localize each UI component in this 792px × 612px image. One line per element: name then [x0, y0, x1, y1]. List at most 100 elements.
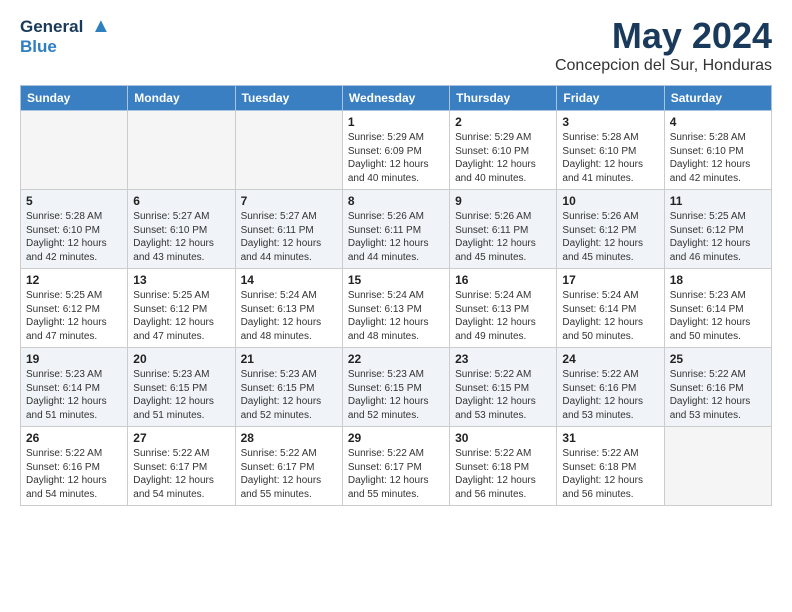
sunset-text: Sunset: 6:11 PM: [241, 225, 314, 236]
day-info: Sunrise: 5:27 AM Sunset: 6:11 PM Daylight:…: [241, 210, 337, 264]
sunset-text: Sunset: 6:13 PM: [455, 304, 529, 315]
day-header-monday: Monday: [128, 86, 235, 111]
calendar-cell-day: 5 Sunrise: 5:28 AMSunset: 6:10 PMDaylight…: [21, 190, 128, 269]
sunset-text: Sunset: 6:10 PM: [670, 146, 744, 157]
daylight-text: Daylight: 12 hours and 40 minutes.: [455, 159, 536, 184]
calendar-cell-day: 9Sunrise: 5:26 AMSunset: 6:11 PMDaylight…: [450, 190, 557, 269]
sunrise-text: Sunrise: 5:25 AM: [26, 290, 102, 301]
calendar-cell-day: 23Sunrise: 5:22 AMSunset: 6:15 PMDayligh…: [450, 348, 557, 427]
sunrise-text: Sunrise: 5:22 AM: [455, 448, 531, 459]
day-number: 9: [455, 194, 551, 208]
sunset-text: Sunset: 6:14 PM: [26, 383, 100, 394]
day-info: Sunrise: 5:24 AMSunset: 6:13 PMDaylight:…: [348, 289, 444, 343]
day-header-tuesday: Tuesday: [235, 86, 342, 111]
daylight-text: Daylight: 12 hours and 47 minutes.: [26, 317, 107, 342]
sunset-text: Sunset: 6:12 PM: [562, 225, 636, 236]
day-number: 29: [348, 431, 444, 445]
sunset-text: Sunset: 6:15 PM: [241, 383, 315, 394]
day-info: Sunrise: 5:24 AM Sunset: 6:13 PM Daylight:…: [455, 289, 551, 343]
day-number: 14: [241, 273, 337, 287]
day-info: Sunrise: 5:27 AMSunset: 6:10 PMDaylight:…: [133, 210, 229, 264]
day-info: Sunrise: 5:28 AMSunset: 6:10 PMDaylight:…: [562, 131, 658, 185]
calendar-cell-day: 11Sunrise: 5:25 AMSunset: 6:12 PMDayligh…: [664, 190, 771, 269]
sunrise-text: Sunrise: 5:25 AM: [670, 211, 746, 222]
calendar-week-row: 5Sunrise: 5:28 AMSunset: 6:10 PMDaylight…: [21, 190, 772, 269]
sunrise-text: Sunrise: 5:22 AM: [562, 448, 638, 459]
sunset-text: Sunset: 6:18 PM: [562, 462, 636, 473]
day-number: 23: [455, 352, 551, 366]
daylight-text: Daylight: 12 hours and 53 minutes.: [455, 396, 536, 421]
daylight-text: Daylight: 12 hours and 51 minutes.: [26, 396, 107, 421]
sunset-text: Sunset: 6:11 PM: [348, 225, 421, 236]
sunset-text: Sunset: 6:10 PM: [133, 225, 207, 236]
daylight-text: Daylight: 12 hours and 40 minutes.: [348, 159, 429, 184]
calendar-cell-day: 2Sunrise: 5:29 AMSunset: 6:10 PMDaylight…: [450, 111, 557, 190]
sunset-text: Sunset: 6:17 PM: [133, 462, 207, 473]
calendar-cell-day: 29 Sunrise: 5:22 AMSunset: 6:17 PMDayligh…: [342, 427, 449, 506]
calendar-cell-day: 16Sunrise: 5:24 AMSunset: 6:13 PMDayligh…: [450, 269, 557, 348]
sunrise-text: Sunrise: 5:27 AM: [241, 211, 317, 222]
sunrise-text: Sunrise: 5:23 AM: [133, 369, 209, 380]
sunrise-text: Sunrise: 5:24 AM: [455, 290, 531, 301]
day-header-sunday: Sunday: [21, 86, 128, 111]
calendar-cell-day: 31Sunrise: 5:22 AMSunset: 6:18 PMDayligh…: [557, 427, 664, 506]
daylight-text: Daylight: 12 hours and 55 minutes.: [241, 475, 322, 500]
day-info: Sunrise: 5:22 AMSunset: 6:17 PMDaylight:…: [133, 447, 229, 501]
sunrise-text: Sunrise: 5:29 AM: [455, 132, 531, 143]
day-info: Sunrise: 5:26 AMSunset: 6:11 PMDaylight:…: [348, 210, 444, 264]
daylight-text: Daylight: 12 hours and 44 minutes.: [241, 238, 322, 263]
sunrise-text: Sunrise: 5:28 AM: [26, 211, 102, 222]
location: Concepcion del Sur, Honduras: [555, 57, 772, 75]
sunrise-text: Sunrise: 5:22 AM: [26, 448, 102, 459]
sunrise-text: Sunrise: 5:22 AM: [348, 448, 424, 459]
day-number: 10: [562, 194, 658, 208]
logo-general: General: [20, 17, 83, 36]
sunset-text: Sunset: 6:16 PM: [562, 383, 636, 394]
day-number: 21: [241, 352, 337, 366]
day-header-wednesday: Wednesday: [342, 86, 449, 111]
daylight-text: Daylight: 12 hours and 41 minutes.: [562, 159, 643, 184]
sunrise-text: Sunrise: 5:22 AM: [455, 369, 531, 380]
day-number: 26: [26, 431, 122, 445]
sunset-text: Sunset: 6:12 PM: [26, 304, 100, 315]
sunrise-text: Sunrise: 5:25 AM: [133, 290, 209, 301]
day-info: Sunrise: 5:29 AMSunset: 6:10 PMDaylight:…: [455, 131, 551, 185]
day-info: Sunrise: 5:28 AMSunset: 6:10 PMDaylight:…: [26, 210, 122, 264]
calendar-cell-day: 24Sunrise: 5:22 AMSunset: 6:16 PMDayligh…: [557, 348, 664, 427]
day-info: Sunrise: 5:22 AMSunset: 6:16 PMDaylight:…: [26, 447, 122, 501]
day-info: Sunrise: 5:24 AMSunset: 6:14 PMDaylight:…: [562, 289, 658, 343]
calendar-cell-empty: [128, 111, 235, 190]
day-number: 5: [26, 194, 122, 208]
day-info: Sunrise: 5:22 AMSunset: 6:17 PMDaylight:…: [348, 447, 444, 501]
daylight-text: Daylight: 12 hours and 50 minutes.: [670, 317, 751, 342]
calendar-week-row: 26 Sunrise: 5:22 AMSunset: 6:16 PMDayligh…: [21, 427, 772, 506]
daylight-text: Daylight: 12 hours and 52 minutes.: [348, 396, 429, 421]
day-number: 15: [348, 273, 444, 287]
sunrise-text: Sunrise: 5:24 AM: [562, 290, 638, 301]
day-header-saturday: Saturday: [664, 86, 771, 111]
day-info: Sunrise: 5:23 AMSunset: 6:15 PMDaylight:…: [241, 368, 337, 422]
calendar-cell-day: 18Sunrise: 5:23 AMSunset: 6:14 PMDayligh…: [664, 269, 771, 348]
sunset-text: Sunset: 6:14 PM: [670, 304, 744, 315]
day-info: Sunrise: 5:23 AMSunset: 6:15 PMDaylight:…: [348, 368, 444, 422]
calendar-cell-day: 3Sunrise: 5:28 AMSunset: 6:10 PMDaylight…: [557, 111, 664, 190]
sunrise-text: Sunrise: 5:28 AM: [562, 132, 638, 143]
calendar-week-row: 12Sunrise: 5:25 AMSunset: 6:12 PMDayligh…: [21, 269, 772, 348]
sunset-text: Sunset: 6:11 PM: [455, 225, 528, 236]
day-info: Sunrise: 5:24 AMSunset: 6:13 PMDaylight:…: [241, 289, 337, 343]
sunset-text: Sunset: 6:09 PM: [348, 146, 422, 157]
day-number: 1: [348, 115, 444, 129]
sunrise-text: Sunrise: 5:22 AM: [241, 448, 317, 459]
daylight-text: Daylight: 12 hours and 49 minutes.: [455, 317, 536, 342]
day-info: Sunrise: 5:22 AMSunset: 6:16 PMDaylight:…: [670, 368, 766, 422]
day-info: Sunrise: 5:26 AMSunset: 6:12 PMDaylight:…: [562, 210, 658, 264]
day-number: 30: [455, 431, 551, 445]
daylight-text: Daylight: 12 hours and 42 minutes.: [26, 238, 107, 263]
calendar-cell-day: 30Sunrise: 5:22 AMSunset: 6:18 PMDayligh…: [450, 427, 557, 506]
daylight-text: Daylight: 12 hours and 53 minutes.: [562, 396, 643, 421]
day-info: Sunrise: 5:22 AMSunset: 6:17 PMDaylight:…: [241, 447, 337, 501]
day-number: 13: [133, 273, 229, 287]
day-header-friday: Friday: [557, 86, 664, 111]
calendar-cell-day: 17Sunrise: 5:24 AMSunset: 6:14 PMDayligh…: [557, 269, 664, 348]
daylight-text: Daylight: 12 hours and 54 minutes.: [133, 475, 214, 500]
